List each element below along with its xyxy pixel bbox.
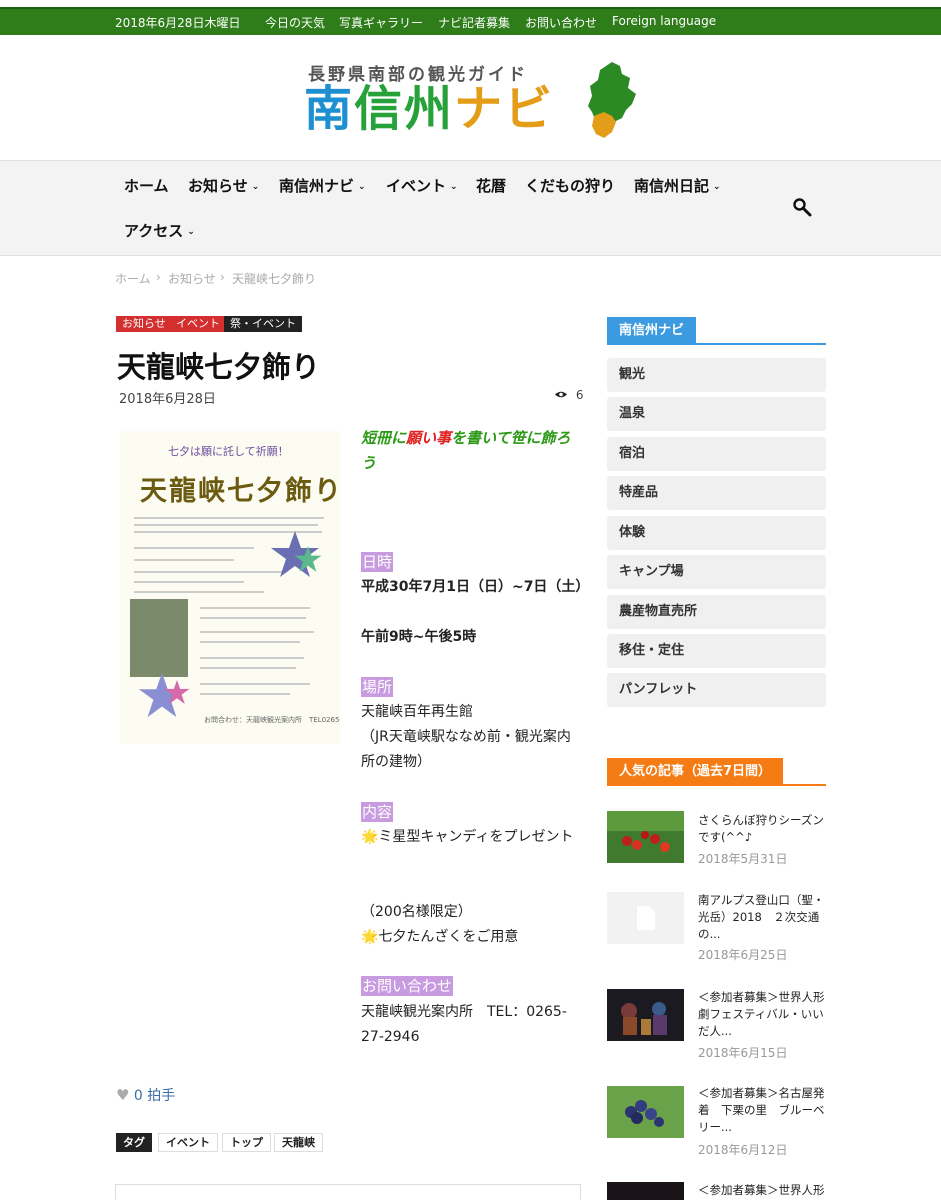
nav-home[interactable]: ホーム: [124, 175, 169, 196]
popular-article-title[interactable]: 南アルプス登山口（聖・光岳）2018 ２次交通の...: [698, 892, 828, 943]
section-label-place: 場所: [361, 677, 394, 697]
chevron-down-icon: ⌄: [251, 182, 260, 192]
top-link-recruit[interactable]: ナビ記者募集: [438, 14, 510, 31]
sidebar-item-pamphlet[interactable]: パンフレット: [607, 673, 826, 707]
nav-events[interactable]: イベント ⌄: [386, 175, 458, 196]
section-label-contact: お問い合わせ: [361, 976, 454, 996]
event-poster-image: 七夕は願に託して祈願！ 天龍峡七夕飾り お問合わせ：天龍峡観光案内所 TEL02…: [120, 431, 340, 744]
breadcrumb-news[interactable]: お知らせ: [168, 270, 216, 287]
top-link-gallery[interactable]: 写真ギャラリー: [339, 14, 423, 31]
sidebar-item-camping[interactable]: キャンプ場: [607, 555, 826, 589]
nav-flower-calendar[interactable]: 花暦: [476, 175, 506, 196]
logo-name: 南信州ナビ: [304, 81, 555, 137]
breadcrumb-home[interactable]: ホーム: [115, 270, 151, 287]
time-line: 午前9時~午後5時: [361, 629, 477, 645]
sidebar-item-specialties[interactable]: 特産品: [607, 476, 826, 510]
heart-icon: ♥: [116, 1086, 130, 1104]
category-tag-festival[interactable]: 祭・イベント: [224, 316, 302, 332]
post-date: 2018年6月28日: [119, 392, 216, 407]
tag-top[interactable]: トップ: [222, 1133, 271, 1152]
popular-article-date: 2018年6月15日: [698, 1046, 788, 1060]
popular-article-date: 2018年6月12日: [698, 1143, 788, 1157]
section-label-content: 内容: [361, 802, 394, 822]
top-bar: 2018年6月28日木曜日 今日の天気 写真ギャラリー ナビ記者募集 お問い合わ…: [0, 7, 941, 35]
datetime-line: 平成30年7月1日（日）~7日（土）: [361, 579, 590, 595]
nav-minamishinshu-navi[interactable]: 南信州ナビ ⌄: [279, 175, 366, 196]
article-thumbnail[interactable]: [607, 811, 684, 863]
eye-icon: [555, 391, 567, 398]
comment-box[interactable]: [115, 1184, 581, 1200]
section-label-datetime: 日時: [361, 552, 394, 572]
tag-event[interactable]: イベント: [158, 1133, 218, 1152]
chevron-down-icon: ⌄: [358, 182, 366, 192]
popular-heading: 人気の記事（過去7日間）: [607, 758, 784, 785]
nav-diary[interactable]: 南信州日記 ⌄: [634, 175, 721, 196]
article-thumbnail[interactable]: [607, 892, 684, 944]
top-link-contact[interactable]: お問い合わせ: [525, 14, 597, 31]
contact-line: 天龍峡観光案内所 TEL：0265-27-2946: [361, 1004, 567, 1045]
sidebar-item-lodging[interactable]: 宿泊: [607, 437, 826, 471]
search-icon[interactable]: [792, 197, 812, 217]
tag-tenryukyo[interactable]: 天龍峡: [274, 1133, 323, 1152]
like-button[interactable]: ♥ 0 拍手: [116, 1085, 175, 1105]
category-tag-news[interactable]: お知らせ: [116, 316, 172, 332]
star-icon: [294, 546, 322, 572]
nav-fruit-picking[interactable]: くだもの狩り: [525, 175, 615, 196]
nagano-map-icon: [588, 62, 636, 138]
nav-news[interactable]: お知らせ ⌄: [188, 175, 259, 196]
current-date: 2018年6月28日木曜日: [115, 16, 241, 30]
popular-article-date: 2018年6月25日: [698, 948, 788, 962]
main-nav: ホーム お知らせ ⌄ 南信州ナビ ⌄ イベント ⌄ 花暦 くだもの狩り 南信州日記 ⌄ …: [0, 160, 941, 256]
article-thumbnail[interactable]: [607, 1086, 684, 1138]
chevron-down-icon: ⌄: [450, 182, 458, 192]
popular-article-title[interactable]: ＜参加者募集＞世界人形劇フェスティバル・いいだ人...: [698, 989, 828, 1040]
nav-access[interactable]: アクセス ⌄: [124, 220, 195, 241]
breadcrumb-current: 天龍峡七夕飾り: [232, 272, 317, 286]
view-count: 6: [554, 388, 583, 402]
chevron-down-icon: ⌄: [713, 182, 721, 192]
category-tag-event[interactable]: イベント: [170, 316, 226, 332]
content-line: 🌟七夕たんざくをご用意: [361, 929, 519, 945]
site-logo[interactable]: 長野県南部の観光ガイド 南信州ナビ: [300, 58, 640, 143]
content-line: 🌟ミ星型キャンディをプレゼント: [361, 829, 574, 845]
top-link-foreign[interactable]: Foreign language: [612, 14, 716, 28]
sidebar-item-relocation[interactable]: 移住・定住: [607, 634, 826, 668]
sidebar-item-onsen[interactable]: 温泉: [607, 397, 826, 431]
sidebar-heading: 南信州ナビ: [607, 317, 697, 344]
content-limit: （200名様限定）: [361, 904, 472, 920]
popular-article-date: 2018年5月31日: [698, 852, 788, 866]
sidebar-item-sightseeing[interactable]: 観光: [607, 358, 826, 392]
page-title: 天龍峡七夕飾り: [117, 350, 321, 384]
tags-label: タグ: [116, 1133, 152, 1152]
sidebar-item-experience[interactable]: 体験: [607, 516, 826, 550]
popular-article-title[interactable]: ＜参加者募集＞世界人形: [698, 1182, 828, 1199]
breadcrumb-sep: ›: [220, 270, 225, 284]
place-name: 天龍峡百年再生館: [361, 704, 473, 720]
sidebar-item-farm-market[interactable]: 農産物直売所: [607, 595, 826, 629]
popular-article-title[interactable]: さくらんぼ狩りシーズンです(^^♪: [698, 812, 828, 846]
top-link-weather[interactable]: 今日の天気: [265, 14, 325, 31]
breadcrumb-sep: ›: [156, 270, 161, 284]
place-detail: （JR天竜峡駅ななめ前・観光案内所の建物）: [361, 729, 571, 770]
popular-article-title[interactable]: ＜参加者募集＞名古屋発着 下栗の里 ブルーベリー...: [698, 1085, 828, 1136]
poster-photo: [130, 599, 188, 677]
chevron-down-icon: ⌄: [187, 227, 195, 237]
article-thumbnail[interactable]: [607, 1182, 684, 1200]
star-icon: [164, 680, 190, 704]
article-lead: 短冊に願い事を書いて笹に飾ろう: [361, 429, 571, 472]
article-thumbnail[interactable]: [607, 989, 684, 1041]
